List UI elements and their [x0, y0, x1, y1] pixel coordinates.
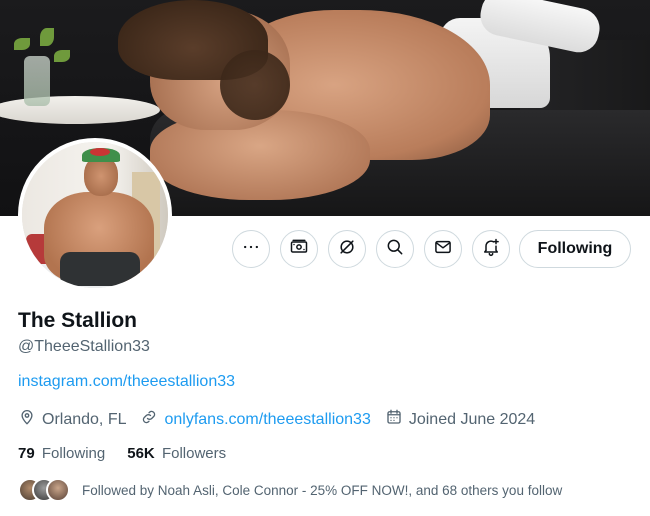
message-button[interactable] [424, 230, 462, 268]
avatar [46, 478, 70, 502]
followers-label: Followers [161, 445, 227, 462]
banner-leaf [40, 28, 54, 46]
following-button[interactable]: Following [519, 230, 631, 268]
website-link[interactable]: onlyfans.com/theeestallion33 [164, 411, 370, 429]
location-text: Orlando, FL [42, 410, 127, 428]
money-icon [289, 237, 309, 262]
notify-button[interactable] [472, 230, 510, 268]
banner-vase [24, 56, 50, 106]
avatar-face [84, 156, 118, 196]
location-item: Orlando, FL [18, 408, 126, 431]
search-button[interactable] [376, 230, 414, 268]
profile-stats: 79 Following 56K Followers [18, 445, 248, 462]
website-item[interactable]: onlyfans.com/theeestallion33 [140, 408, 371, 431]
banner-beard [220, 50, 290, 120]
bio-link[interactable]: instagram.com/theeestallion33 [18, 373, 235, 391]
avatar-cap-brim [90, 148, 110, 156]
more-button[interactable] [232, 230, 270, 268]
followed-by-avatars [18, 478, 74, 502]
followed-by-text: Followed by Noah Asli, Cole Connor - 25%… [82, 482, 563, 498]
grok-icon [337, 237, 357, 262]
calendar-icon [385, 408, 409, 431]
followers-count: 56K [127, 445, 155, 462]
envelope-icon [433, 237, 453, 262]
link-icon [140, 408, 164, 431]
following-label: Following [41, 445, 106, 462]
profile-avatar[interactable] [18, 138, 172, 292]
followers-count-link[interactable]: 56K Followers [127, 445, 226, 462]
avatar-shorts [60, 252, 140, 286]
profile-meta: Orlando, FL onlyfans.com/theeestallion33… [18, 408, 549, 431]
more-horizontal-icon [241, 237, 261, 262]
banner-leaf [14, 38, 30, 50]
following-count: 79 [18, 445, 35, 462]
joined-text: Joined June 2024 [408, 410, 536, 428]
banner-leaf [54, 50, 70, 62]
profile-handle: @TheeeStallion33 [18, 338, 150, 355]
bell-plus-icon [481, 237, 501, 262]
grok-button[interactable] [328, 230, 366, 268]
location-pin-icon [18, 408, 42, 431]
profile-name: The Stallion [18, 309, 138, 332]
following-count-link[interactable]: 79 Following [18, 445, 105, 462]
subscribe-button[interactable] [280, 230, 318, 268]
followed-by-row[interactable]: Followed by Noah Asli, Cole Connor - 25%… [18, 478, 562, 502]
search-icon [385, 237, 405, 262]
joined-item: Joined June 2024 [385, 408, 535, 431]
